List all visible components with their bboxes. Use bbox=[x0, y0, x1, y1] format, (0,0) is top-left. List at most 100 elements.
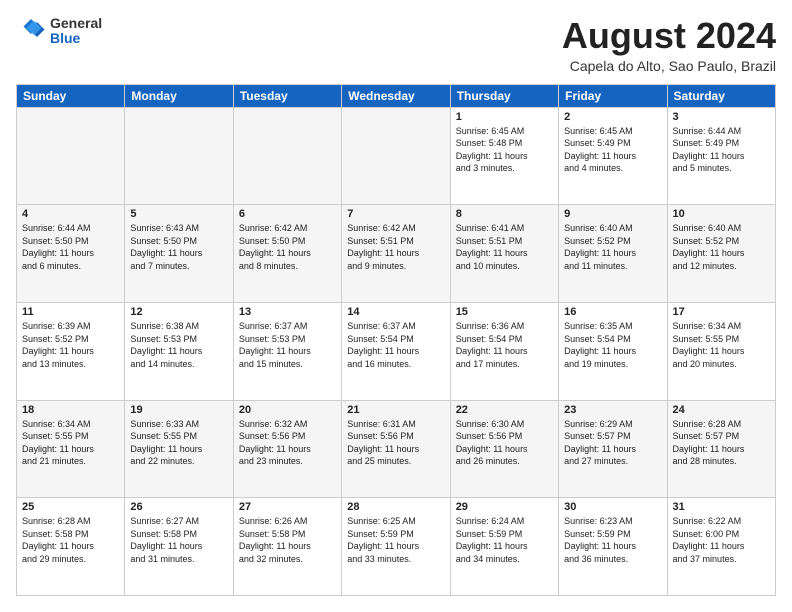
calendar-week-row: 4 Sunrise: 6:44 AM Sunset: 5:50 PM Daylig… bbox=[17, 205, 776, 303]
day-info: Sunrise: 6:32 AM Sunset: 5:56 PM Dayligh… bbox=[239, 418, 336, 468]
day-number: 3 bbox=[673, 111, 770, 123]
day-info: Sunrise: 6:33 AM Sunset: 5:55 PM Dayligh… bbox=[130, 418, 227, 468]
day-number: 20 bbox=[239, 404, 336, 416]
day-number: 16 bbox=[564, 306, 661, 318]
day-info: Sunrise: 6:34 AM Sunset: 5:55 PM Dayligh… bbox=[22, 418, 119, 468]
table-row: 14 Sunrise: 6:37 AM Sunset: 5:54 PM Dayli… bbox=[342, 302, 450, 400]
day-number: 19 bbox=[130, 404, 227, 416]
day-number: 22 bbox=[456, 404, 553, 416]
day-info: Sunrise: 6:40 AM Sunset: 5:52 PM Dayligh… bbox=[673, 222, 770, 272]
day-info: Sunrise: 6:39 AM Sunset: 5:52 PM Dayligh… bbox=[22, 320, 119, 370]
location: Capela do Alto, Sao Paulo, Brazil bbox=[562, 58, 776, 74]
table-row: 23 Sunrise: 6:29 AM Sunset: 5:57 PM Dayli… bbox=[559, 400, 667, 498]
day-number: 24 bbox=[673, 404, 770, 416]
calendar-week-row: 18 Sunrise: 6:34 AM Sunset: 5:55 PM Dayli… bbox=[17, 400, 776, 498]
table-row: 30 Sunrise: 6:23 AM Sunset: 5:59 PM Dayli… bbox=[559, 498, 667, 596]
table-row: 11 Sunrise: 6:39 AM Sunset: 5:52 PM Dayli… bbox=[17, 302, 125, 400]
day-number: 25 bbox=[22, 501, 119, 513]
table-row: 5Sunrise: 6:43 AM Sunset: 5:50 PM Daylig… bbox=[125, 205, 233, 303]
day-number: 13 bbox=[239, 306, 336, 318]
table-row: 29Sunrise: 6:24 AM Sunset: 5:59 PM Dayli… bbox=[450, 498, 558, 596]
day-number: 26 bbox=[130, 501, 227, 513]
day-info: Sunrise: 6:42 AM Sunset: 5:50 PM Dayligh… bbox=[239, 222, 336, 272]
day-number: 4 bbox=[22, 208, 119, 220]
col-saturday: Saturday bbox=[667, 84, 775, 107]
table-row: 1Sunrise: 6:45 AM Sunset: 5:48 PM Daylig… bbox=[450, 107, 558, 205]
day-number: 23 bbox=[564, 404, 661, 416]
col-sunday: Sunday bbox=[17, 84, 125, 107]
day-info: Sunrise: 6:28 AM Sunset: 5:58 PM Dayligh… bbox=[22, 515, 119, 565]
day-number: 8 bbox=[456, 208, 553, 220]
day-number: 14 bbox=[347, 306, 444, 318]
logo-text: General Blue bbox=[50, 16, 102, 47]
col-friday: Friday bbox=[559, 84, 667, 107]
title-block: August 2024 Capela do Alto, Sao Paulo, B… bbox=[562, 16, 776, 74]
table-row: 10 Sunrise: 6:40 AM Sunset: 5:52 PM Dayli… bbox=[667, 205, 775, 303]
day-info: Sunrise: 6:27 AM Sunset: 5:58 PM Dayligh… bbox=[130, 515, 227, 565]
table-row: 13 Sunrise: 6:37 AM Sunset: 5:53 PM Dayli… bbox=[233, 302, 341, 400]
calendar-table: Sunday Monday Tuesday Wednesday Thursday… bbox=[16, 84, 776, 596]
day-info: Sunrise: 6:37 AM Sunset: 5:54 PM Dayligh… bbox=[347, 320, 444, 370]
table-row: 19 Sunrise: 6:33 AM Sunset: 5:55 PM Dayli… bbox=[125, 400, 233, 498]
day-info: Sunrise: 6:41 AM Sunset: 5:51 PM Dayligh… bbox=[456, 222, 553, 272]
table-row: 18 Sunrise: 6:34 AM Sunset: 5:55 PM Dayli… bbox=[17, 400, 125, 498]
logo: General Blue bbox=[16, 16, 102, 47]
table-row: 9 Sunrise: 6:40 AM Sunset: 5:52 PM Daylig… bbox=[559, 205, 667, 303]
table-row: 8 Sunrise: 6:41 AM Sunset: 5:51 PM Daylig… bbox=[450, 205, 558, 303]
calendar-week-row: 11 Sunrise: 6:39 AM Sunset: 5:52 PM Dayli… bbox=[17, 302, 776, 400]
col-monday: Monday bbox=[125, 84, 233, 107]
day-info: Sunrise: 6:37 AM Sunset: 5:53 PM Dayligh… bbox=[239, 320, 336, 370]
day-number: 9 bbox=[564, 208, 661, 220]
table-row: 28Sunrise: 6:25 AM Sunset: 5:59 PM Dayli… bbox=[342, 498, 450, 596]
table-row: 22 Sunrise: 6:30 AM Sunset: 5:56 PM Dayli… bbox=[450, 400, 558, 498]
day-info: Sunrise: 6:44 AM Sunset: 5:49 PM Dayligh… bbox=[673, 125, 770, 175]
day-info: Sunrise: 6:31 AM Sunset: 5:56 PM Dayligh… bbox=[347, 418, 444, 468]
table-row: 7Sunrise: 6:42 AM Sunset: 5:51 PM Daylig… bbox=[342, 205, 450, 303]
day-info: Sunrise: 6:29 AM Sunset: 5:57 PM Dayligh… bbox=[564, 418, 661, 468]
table-row: 17Sunrise: 6:34 AM Sunset: 5:55 PM Dayli… bbox=[667, 302, 775, 400]
col-thursday: Thursday bbox=[450, 84, 558, 107]
day-info: Sunrise: 6:30 AM Sunset: 5:56 PM Dayligh… bbox=[456, 418, 553, 468]
day-number: 2 bbox=[564, 111, 661, 123]
day-info: Sunrise: 6:44 AM Sunset: 5:50 PM Dayligh… bbox=[22, 222, 119, 272]
day-number: 21 bbox=[347, 404, 444, 416]
day-number: 31 bbox=[673, 501, 770, 513]
day-info: Sunrise: 6:23 AM Sunset: 5:59 PM Dayligh… bbox=[564, 515, 661, 565]
day-number: 29 bbox=[456, 501, 553, 513]
table-row: 6Sunrise: 6:42 AM Sunset: 5:50 PM Daylig… bbox=[233, 205, 341, 303]
day-info: Sunrise: 6:22 AM Sunset: 6:00 PM Dayligh… bbox=[673, 515, 770, 565]
table-row: 31 Sunrise: 6:22 AM Sunset: 6:00 PM Dayli… bbox=[667, 498, 775, 596]
col-wednesday: Wednesday bbox=[342, 84, 450, 107]
table-row bbox=[125, 107, 233, 205]
table-row: 3 Sunrise: 6:44 AM Sunset: 5:49 PM Daylig… bbox=[667, 107, 775, 205]
day-number: 12 bbox=[130, 306, 227, 318]
day-info: Sunrise: 6:28 AM Sunset: 5:57 PM Dayligh… bbox=[673, 418, 770, 468]
table-row bbox=[17, 107, 125, 205]
calendar-week-row: 25 Sunrise: 6:28 AM Sunset: 5:58 PM Dayli… bbox=[17, 498, 776, 596]
day-number: 7 bbox=[347, 208, 444, 220]
day-info: Sunrise: 6:35 AM Sunset: 5:54 PM Dayligh… bbox=[564, 320, 661, 370]
calendar-page: General Blue August 2024 Capela do Alto,… bbox=[0, 0, 792, 612]
logo-blue: Blue bbox=[50, 31, 102, 46]
table-row: 4 Sunrise: 6:44 AM Sunset: 5:50 PM Daylig… bbox=[17, 205, 125, 303]
day-info: Sunrise: 6:40 AM Sunset: 5:52 PM Dayligh… bbox=[564, 222, 661, 272]
day-number: 30 bbox=[564, 501, 661, 513]
table-row bbox=[342, 107, 450, 205]
month-title: August 2024 bbox=[562, 16, 776, 56]
day-number: 11 bbox=[22, 306, 119, 318]
day-info: Sunrise: 6:34 AM Sunset: 5:55 PM Dayligh… bbox=[673, 320, 770, 370]
day-number: 27 bbox=[239, 501, 336, 513]
table-row: 16 Sunrise: 6:35 AM Sunset: 5:54 PM Dayli… bbox=[559, 302, 667, 400]
day-number: 15 bbox=[456, 306, 553, 318]
day-info: Sunrise: 6:26 AM Sunset: 5:58 PM Dayligh… bbox=[239, 515, 336, 565]
day-number: 10 bbox=[673, 208, 770, 220]
table-row: 2Sunrise: 6:45 AM Sunset: 5:49 PM Daylig… bbox=[559, 107, 667, 205]
day-info: Sunrise: 6:36 AM Sunset: 5:54 PM Dayligh… bbox=[456, 320, 553, 370]
day-number: 18 bbox=[22, 404, 119, 416]
table-row: 24 Sunrise: 6:28 AM Sunset: 5:57 PM Dayli… bbox=[667, 400, 775, 498]
logo-general: General bbox=[50, 16, 102, 31]
calendar-header-row: Sunday Monday Tuesday Wednesday Thursday… bbox=[17, 84, 776, 107]
table-row: 20 Sunrise: 6:32 AM Sunset: 5:56 PM Dayli… bbox=[233, 400, 341, 498]
day-number: 5 bbox=[130, 208, 227, 220]
table-row: 26 Sunrise: 6:27 AM Sunset: 5:58 PM Dayli… bbox=[125, 498, 233, 596]
